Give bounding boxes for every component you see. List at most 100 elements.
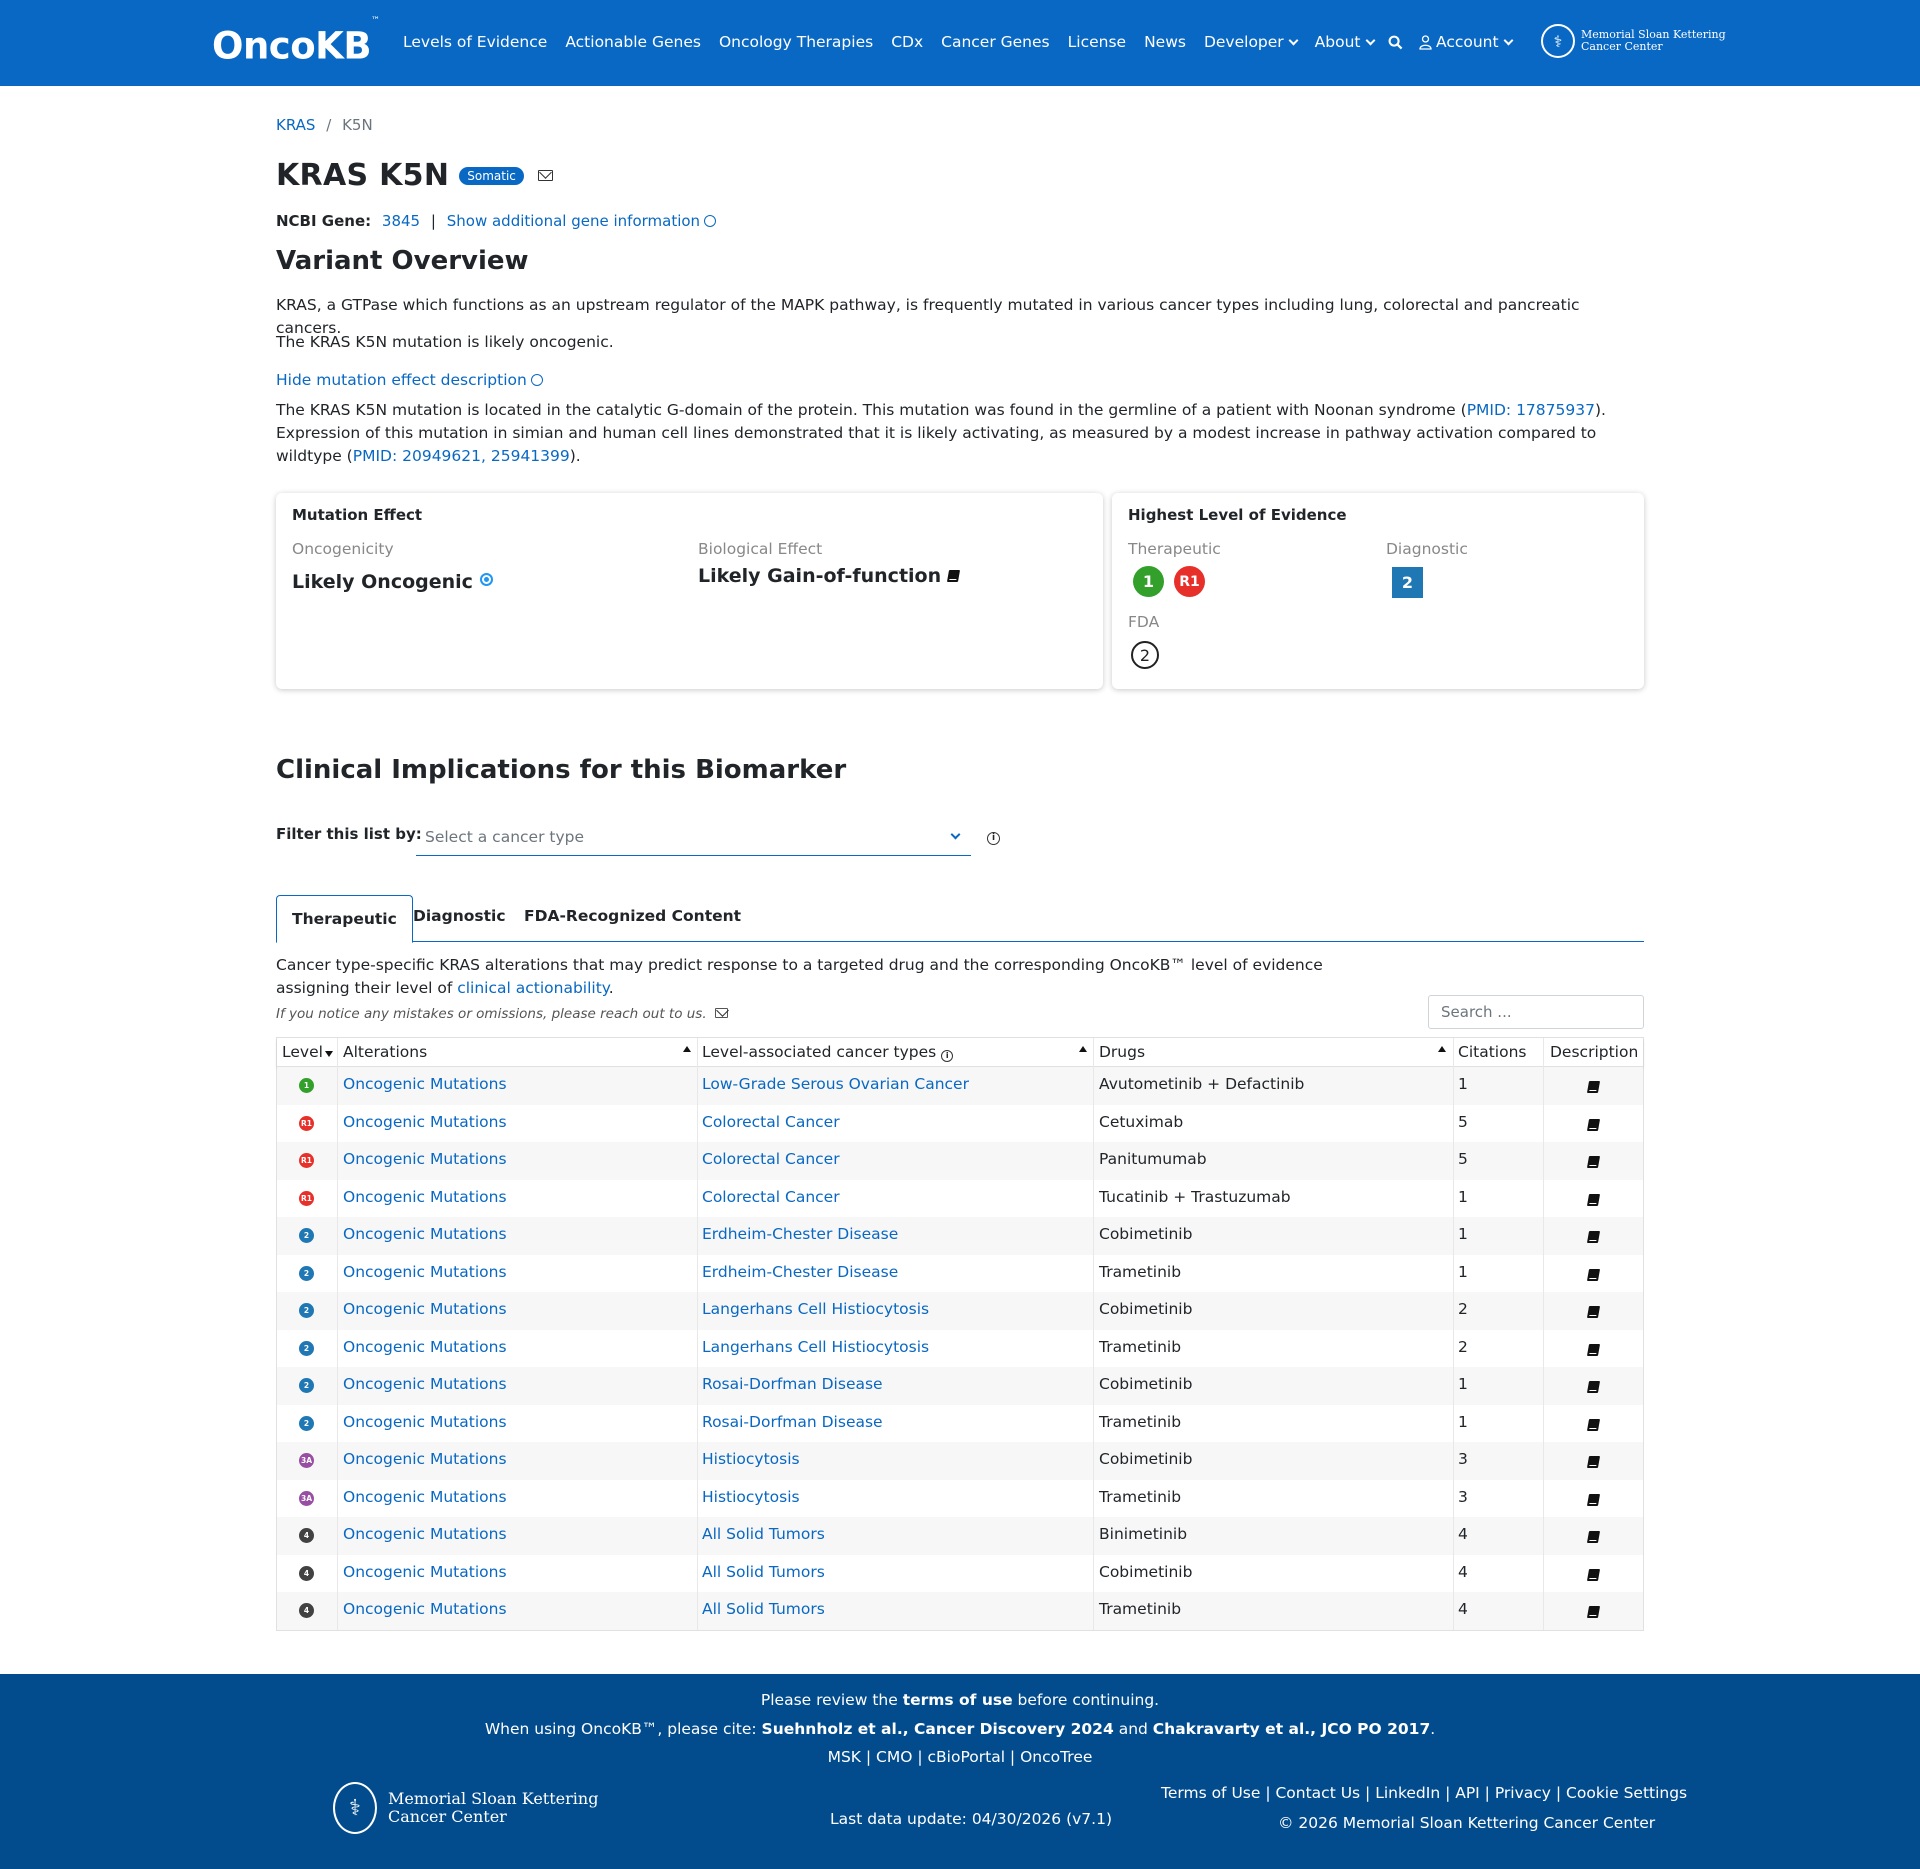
- cancer-type-link[interactable]: All Solid Tumors: [702, 1563, 825, 1581]
- citation-link-2[interactable]: Chakravarty et al., JCO PO 2017: [1153, 1720, 1430, 1738]
- oncokb-logo[interactable]: OncoKB™: [212, 16, 380, 67]
- citations-cell[interactable]: 5: [1458, 1113, 1468, 1131]
- pmid-link-1[interactable]: PMID: 17875937: [1467, 401, 1595, 419]
- alteration-link[interactable]: Oncogenic Mutations: [343, 1525, 507, 1543]
- citations-cell[interactable]: 5: [1458, 1150, 1468, 1168]
- info-icon[interactable]: i: [941, 1050, 954, 1062]
- pmid-link-2[interactable]: PMID: 20949621, 25941399: [353, 447, 570, 465]
- description-cell[interactable]: [1586, 1604, 1601, 1622]
- info-icon[interactable]: i: [987, 832, 1000, 845]
- nav-actionable-genes[interactable]: Actionable Genes: [565, 31, 701, 53]
- nav-levels-of-evidence[interactable]: Levels of Evidence: [403, 31, 547, 53]
- alteration-link[interactable]: Oncogenic Mutations: [343, 1113, 507, 1131]
- level-icon[interactable]: 3A: [299, 1490, 314, 1506]
- header-cancer-types[interactable]: Level-associated cancer types i: [702, 1043, 954, 1062]
- level-icon[interactable]: R1: [299, 1153, 314, 1168]
- alteration-link[interactable]: Oncogenic Mutations: [343, 1413, 507, 1431]
- cancer-type-link[interactable]: Langerhans Cell Histiocytosis: [702, 1338, 929, 1356]
- alteration-link[interactable]: Oncogenic Mutations: [343, 1150, 507, 1168]
- level-icon[interactable]: R1: [299, 1115, 314, 1131]
- description-cell[interactable]: [1586, 1304, 1601, 1322]
- tab-therapeutic[interactable]: Therapeutic: [276, 895, 413, 943]
- alteration-link[interactable]: Oncogenic Mutations: [343, 1450, 507, 1468]
- cancer-type-link[interactable]: Erdheim-Chester Disease: [702, 1263, 898, 1281]
- description-cell[interactable]: [1586, 1492, 1601, 1510]
- level-icon[interactable]: 2: [299, 1378, 314, 1393]
- citations-cell[interactable]: 4: [1458, 1600, 1468, 1618]
- description-cell[interactable]: [1586, 1417, 1601, 1435]
- account-dropdown[interactable]: Account: [1436, 31, 1514, 53]
- citations-cell[interactable]: 3: [1458, 1450, 1468, 1468]
- nav-developer-dropdown[interactable]: Developer: [1204, 31, 1299, 53]
- description-cell[interactable]: [1586, 1117, 1601, 1135]
- level-icon[interactable]: R1: [299, 1190, 314, 1206]
- alteration-link[interactable]: Oncogenic Mutations: [343, 1263, 507, 1281]
- description-cell[interactable]: [1586, 1379, 1601, 1397]
- alteration-link[interactable]: Oncogenic Mutations: [343, 1225, 507, 1243]
- footer-msk-logo[interactable]: ⚕ Memorial Sloan Kettering Cancer Center: [333, 1782, 598, 1834]
- cancer-type-link[interactable]: Colorectal Cancer: [702, 1150, 840, 1168]
- cancer-type-link[interactable]: Low-Grade Serous Ovarian Cancer: [702, 1075, 969, 1093]
- citations-cell[interactable]: 1: [1458, 1413, 1468, 1431]
- clinical-actionability-link[interactable]: clinical actionability: [457, 979, 609, 997]
- alteration-link[interactable]: Oncogenic Mutations: [343, 1338, 507, 1356]
- citations-cell[interactable]: 1: [1458, 1225, 1468, 1243]
- cancer-type-select[interactable]: Select a cancer type: [416, 820, 971, 856]
- level-icon[interactable]: 2: [299, 1415, 314, 1431]
- level-icon[interactable]: 2: [299, 1265, 314, 1281]
- show-gene-info-link[interactable]: Show additional gene information: [447, 212, 717, 230]
- header-citations[interactable]: Citations: [1458, 1043, 1526, 1061]
- cancer-type-link[interactable]: Erdheim-Chester Disease: [702, 1225, 898, 1243]
- nav-about-dropdown[interactable]: About: [1315, 31, 1375, 53]
- cancer-type-link[interactable]: Histiocytosis: [702, 1450, 800, 1468]
- description-cell[interactable]: [1586, 1567, 1601, 1585]
- citations-cell[interactable]: 4: [1458, 1563, 1468, 1581]
- citations-cell[interactable]: 4: [1458, 1525, 1468, 1543]
- citations-cell[interactable]: 1: [1458, 1075, 1468, 1093]
- diagnostic-level-2-icon[interactable]: 2: [1392, 567, 1423, 598]
- level-icon[interactable]: 2: [299, 1228, 314, 1243]
- breadcrumb-gene-link[interactable]: KRAS: [276, 116, 315, 134]
- cancer-type-link[interactable]: Langerhans Cell Histiocytosis: [702, 1300, 929, 1318]
- level-icon[interactable]: 4: [299, 1565, 314, 1581]
- tab-fda-recognized[interactable]: FDA-Recognized Content: [524, 895, 741, 942]
- nav-cdx[interactable]: CDx: [891, 31, 923, 53]
- level-r1-icon[interactable]: R1: [1174, 566, 1205, 597]
- description-cell[interactable]: [1586, 1154, 1601, 1172]
- level-1-icon[interactable]: 1: [1133, 566, 1164, 597]
- alteration-link[interactable]: Oncogenic Mutations: [343, 1600, 507, 1618]
- description-cell[interactable]: [1586, 1529, 1601, 1547]
- description-cell[interactable]: [1586, 1342, 1601, 1360]
- level-icon[interactable]: 4: [299, 1603, 314, 1618]
- level-icon[interactable]: 2: [299, 1303, 314, 1318]
- description-cell[interactable]: [1586, 1192, 1601, 1210]
- level-icon[interactable]: 2: [299, 1340, 314, 1356]
- cancer-type-link[interactable]: Rosai-Dorfman Disease: [702, 1413, 883, 1431]
- cancer-type-link[interactable]: All Solid Tumors: [702, 1600, 825, 1618]
- toggle-mutation-description[interactable]: Hide mutation effect description: [276, 369, 1646, 392]
- header-drugs[interactable]: Drugs: [1099, 1043, 1145, 1061]
- terms-of-use-link[interactable]: terms of use: [903, 1691, 1013, 1709]
- header-alterations[interactable]: Alterations: [343, 1043, 427, 1061]
- footer-right-links[interactable]: Terms of Use | Contact Us | LinkedIn | A…: [1161, 1784, 1687, 1802]
- level-icon[interactable]: 4: [299, 1528, 314, 1543]
- citations-cell[interactable]: 1: [1458, 1263, 1468, 1281]
- mail-icon[interactable]: [714, 1008, 728, 1018]
- alteration-link[interactable]: Oncogenic Mutations: [343, 1188, 507, 1206]
- nav-news[interactable]: News: [1144, 31, 1186, 53]
- alteration-link[interactable]: Oncogenic Mutations: [343, 1375, 507, 1393]
- nav-oncology-therapies[interactable]: Oncology Therapies: [719, 31, 873, 53]
- footer-center-links[interactable]: MSK | CMO | cBioPortal | OncoTree: [0, 1748, 1920, 1766]
- ncbi-gene-link[interactable]: 3845: [382, 212, 420, 230]
- description-cell[interactable]: [1586, 1454, 1601, 1472]
- mail-icon[interactable]: [537, 170, 553, 181]
- citations-cell[interactable]: 1: [1458, 1375, 1468, 1393]
- cancer-type-link[interactable]: Colorectal Cancer: [702, 1113, 840, 1131]
- cancer-type-link[interactable]: Colorectal Cancer: [702, 1188, 840, 1206]
- citation-link-1[interactable]: Suehnholz et al., Cancer Discovery 2024: [762, 1720, 1114, 1738]
- citations-cell[interactable]: 1: [1458, 1188, 1468, 1206]
- level-icon[interactable]: 3A: [299, 1453, 314, 1468]
- table-search-input[interactable]: Search ...: [1428, 995, 1644, 1029]
- description-cell[interactable]: [1586, 1079, 1601, 1097]
- alteration-link[interactable]: Oncogenic Mutations: [343, 1075, 507, 1093]
